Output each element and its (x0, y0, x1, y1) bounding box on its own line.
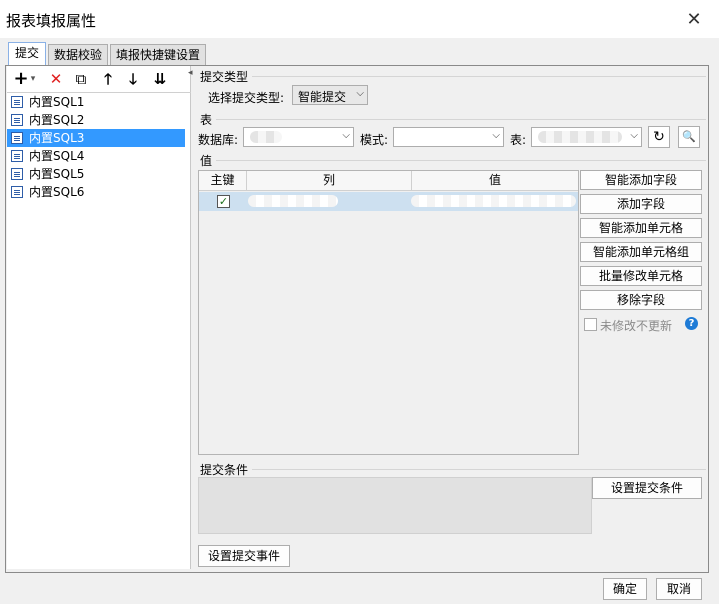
sql-icon (11, 114, 23, 126)
list-item-sql6[interactable]: 内置SQL6 (7, 183, 185, 201)
list-item-sql2[interactable]: 内置SQL2 (7, 111, 185, 129)
smart-add-cell-button[interactable]: 智能添加单元格 (580, 218, 702, 238)
column-header-key[interactable]: 主键 (199, 171, 247, 191)
move-down-icon[interactable]: 🡓 (123, 68, 143, 90)
list-item-sql1[interactable]: 内置SQL1 (7, 93, 185, 111)
no-update-label: 未修改不更新 (600, 319, 673, 333)
collapse-icon[interactable]: ◂ (188, 68, 193, 88)
primary-key-checkbox[interactable]: ✓ (217, 195, 230, 208)
section-divider (252, 469, 706, 470)
redacted-cell-value (411, 195, 576, 207)
sql-icon (11, 186, 23, 198)
chevron-down-icon: ⌵ (630, 130, 638, 141)
remove-field-button[interactable]: 移除字段 (580, 290, 702, 310)
chevron-down-icon: ⌵ (356, 88, 364, 99)
table-label: 表: (510, 133, 527, 147)
smart-add-field-button[interactable]: 智能添加字段 (580, 170, 702, 190)
tab-data-validation[interactable]: 数据校验 (48, 44, 108, 66)
table-section: 表 (200, 113, 213, 127)
cancel-button[interactable]: 取消 (656, 578, 702, 600)
submit-type-select[interactable]: 智能提交 ⌵ (292, 85, 368, 105)
tab-submit[interactable]: 提交 (8, 42, 46, 66)
sort-icon[interactable]: ⇊ (150, 68, 170, 90)
window-title: 报表填报属性 (6, 12, 97, 30)
sql-icon (11, 150, 23, 162)
chevron-down-icon: ⌵ (342, 130, 350, 141)
redacted-value (538, 131, 622, 143)
help-icon[interactable]: ? (685, 317, 698, 330)
tab-shortcut-settings[interactable]: 填报快捷键设置 (110, 44, 206, 66)
refresh-icon[interactable]: ↻ (648, 126, 670, 148)
submit-type-section: 提交类型 (200, 70, 249, 84)
title-bar (0, 0, 719, 38)
section-divider (216, 160, 706, 161)
list-item-sql4[interactable]: 内置SQL4 (7, 147, 185, 165)
sql-icon (11, 132, 23, 144)
values-section: 值 (200, 154, 213, 168)
redacted-value (250, 131, 282, 143)
condition-text-area[interactable] (198, 477, 592, 534)
fields-table (198, 170, 579, 455)
move-up-icon[interactable]: 🡑 (98, 68, 118, 90)
close-icon[interactable]: ✕ (683, 9, 705, 31)
chevron-down-icon: ⌵ (492, 130, 500, 141)
add-dropdown-icon[interactable]: ▾ (28, 68, 38, 90)
column-header-value[interactable]: 值 (412, 171, 578, 191)
add-icon[interactable]: + (13, 68, 29, 90)
set-event-button[interactable]: 设置提交事件 (198, 545, 290, 567)
copy-icon[interactable]: ⧉ (71, 68, 91, 90)
smart-add-cell-group-button[interactable]: 智能添加单元格组 (580, 242, 702, 262)
database-select[interactable]: ⌵ (243, 127, 354, 147)
section-divider (216, 119, 706, 120)
add-field-button[interactable]: 添加字段 (580, 194, 702, 214)
list-item-sql5[interactable]: 内置SQL5 (7, 165, 185, 183)
column-header-column[interactable]: 列 (247, 171, 412, 191)
sql-icon (11, 168, 23, 180)
no-update-checkbox[interactable] (584, 318, 597, 331)
section-divider (252, 76, 706, 77)
delete-icon[interactable]: ✕ (46, 68, 66, 90)
sql-icon (11, 96, 23, 108)
mode-label: 模式: (360, 133, 389, 147)
ok-button[interactable]: 确定 (603, 578, 647, 600)
list-item-sql3[interactable]: 内置SQL3 (7, 129, 185, 147)
mode-select[interactable]: ⌵ (393, 127, 504, 147)
database-label: 数据库: (198, 133, 239, 147)
set-condition-button[interactable]: 设置提交条件 (592, 477, 702, 499)
preview-icon[interactable]: 🔍 (678, 126, 700, 148)
redacted-column-value (248, 195, 338, 207)
condition-section: 提交条件 (200, 463, 249, 477)
submit-type-label: 选择提交类型: (208, 91, 285, 105)
batch-modify-cell-button[interactable]: 批量修改单元格 (580, 266, 702, 286)
table-select[interactable]: ⌵ (531, 127, 642, 147)
